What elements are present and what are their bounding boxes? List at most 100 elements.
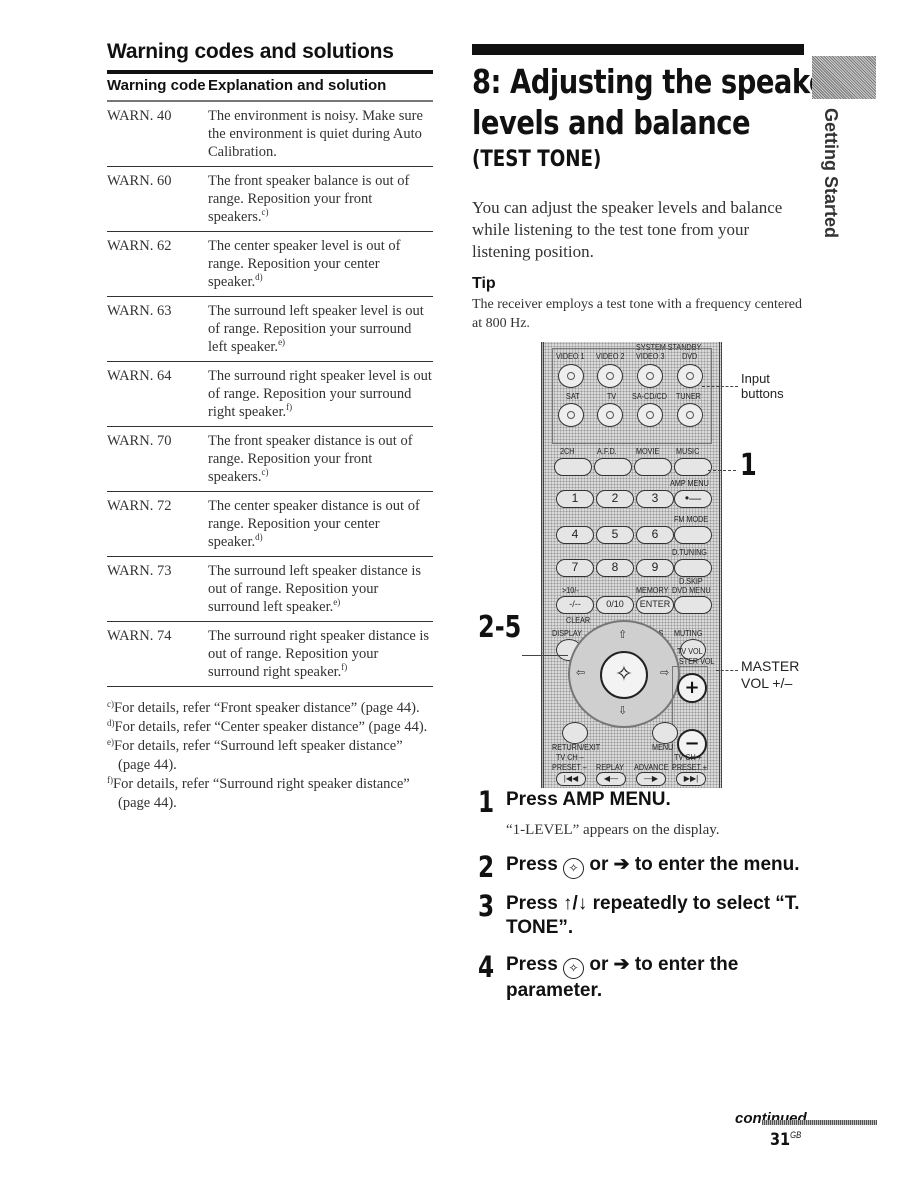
warning-explanation: The surround left speaker distance is ou… <box>208 562 433 616</box>
footnote-ref: c) <box>261 467 269 478</box>
table-row: WARN. 63 The surround left speaker level … <box>107 297 433 362</box>
label-d-tuning: D.TUNING <box>672 547 707 557</box>
title-rule <box>472 44 804 55</box>
footnote: e)For details, refer “Surround left spea… <box>107 737 433 775</box>
2ch-button[interactable] <box>554 458 592 476</box>
explanation-text: The front speaker distance is out of ran… <box>208 433 413 485</box>
label-music: MUSIC <box>676 446 700 456</box>
dvd-button[interactable] <box>677 364 703 388</box>
label-sat: SAT <box>566 391 580 401</box>
remote-control-illustration: SYSTEM STANDBY VIDEO 1 VIDEO 2 VIDEO 3 D… <box>541 342 722 788</box>
replay-button[interactable]: ◀— <box>596 772 626 786</box>
right-arrow-button[interactable]: ⇨ <box>660 666 669 679</box>
music-button[interactable] <box>674 458 712 476</box>
video3-button[interactable] <box>637 364 663 388</box>
step-text: Press ↑/↓ repeatedly to select “T. TONE”… <box>506 893 800 938</box>
table-row: WARN. 70 The front speaker distance is ou… <box>107 427 433 492</box>
movie-button[interactable] <box>634 458 672 476</box>
warning-table-body: WARN. 40 The environment is noisy. Make s… <box>107 102 433 687</box>
label-dvd: DVD <box>682 351 698 361</box>
zero-button[interactable]: 0/10 <box>596 596 634 614</box>
step-1: 1 Press AMP MENU. “1-LEVEL” appears on t… <box>478 785 808 840</box>
tip-text: The receiver employs a test tone with a … <box>472 297 803 331</box>
sacd-button[interactable] <box>637 403 663 427</box>
d-tuning-button[interactable] <box>674 559 712 577</box>
video1-button[interactable] <box>558 364 584 388</box>
dvd-menu-button[interactable] <box>674 596 712 614</box>
explanation-text: The surround right speaker distance is o… <box>208 628 430 680</box>
label-fm-mode: FM MODE <box>674 514 709 524</box>
next-track-button[interactable]: ▶▶| <box>676 772 706 786</box>
label-muting: MUTING <box>674 628 703 638</box>
digit-7-button[interactable]: 7 <box>556 559 594 577</box>
video2-button[interactable] <box>597 364 623 388</box>
step-number: 3 <box>478 889 495 923</box>
digit-2-button[interactable]: 2 <box>596 490 634 508</box>
step-number: 1 <box>478 785 495 819</box>
step-4: 4 Press ✧ or ➔ to enter the parameter. <box>478 950 808 1003</box>
label-advance: ADVANCE <box>634 762 669 772</box>
step-note: “1-LEVEL” appears on the display. <box>506 822 720 838</box>
amp-menu-button[interactable]: •— <box>674 490 712 508</box>
warning-code: WARN. 40 <box>107 108 172 124</box>
step-number: 2 <box>478 850 495 884</box>
step-text-pre: Press <box>506 954 558 975</box>
enter-center-button[interactable]: ✧ <box>600 651 648 699</box>
digit-8-button[interactable]: 8 <box>596 559 634 577</box>
up-arrow-button[interactable]: ⇧ <box>618 628 627 641</box>
footnote: f)For details, refer “Surround right spe… <box>107 775 433 813</box>
advance-button[interactable]: —▶ <box>636 772 666 786</box>
prev-track-button[interactable]: |◀◀ <box>556 772 586 786</box>
label-amp-menu: AMP MENU <box>670 478 709 488</box>
explanation-text: The surround right speaker level is out … <box>208 368 432 420</box>
table-row: WARN. 73 The surround left speaker distan… <box>107 557 433 622</box>
warning-explanation: The surround right speaker distance is o… <box>208 627 433 681</box>
warning-explanation: The surround right speaker level is out … <box>208 367 433 421</box>
label-tv-ch-minus: TV CH – <box>556 752 584 762</box>
label-video3: VIDEO 3 <box>636 351 665 361</box>
fm-mode-button[interactable] <box>674 526 712 544</box>
footnote-ref: e) <box>333 597 341 608</box>
label-2ch: 2CH <box>560 446 575 456</box>
digit-1-button[interactable]: 1 <box>556 490 594 508</box>
label-tv-ch-plus: TV CH + <box>674 752 702 762</box>
gt10-button[interactable]: -/-- <box>556 596 594 614</box>
label-afd: A.F.D. <box>597 446 617 456</box>
step-3: 3 Press ↑/↓ repeatedly to select “T. TON… <box>478 889 808 940</box>
tuner-button[interactable] <box>677 403 703 427</box>
down-arrow-button[interactable]: ⇩ <box>618 704 627 717</box>
page-subtitle: (TEST TONE) <box>472 147 602 172</box>
page-number: 31GB <box>770 1130 801 1150</box>
footnote-ref: e) <box>278 337 286 348</box>
digit-5-button[interactable]: 5 <box>596 526 634 544</box>
label-movie: MOVIE <box>636 446 660 456</box>
digit-9-button[interactable]: 9 <box>636 559 674 577</box>
digit-4-button[interactable]: 4 <box>556 526 594 544</box>
warning-codes-section: Warning codes and solutions Warning code… <box>107 40 433 813</box>
left-arrow-button[interactable]: ⇦ <box>576 666 585 679</box>
warning-code: WARN. 63 <box>107 303 172 319</box>
enter-button-icon: ✧ <box>563 858 585 879</box>
warning-code: WARN. 64 <box>107 368 172 384</box>
label-menu: MENU <box>652 742 674 752</box>
digit-6-button[interactable]: 6 <box>636 526 674 544</box>
volume-up-button[interactable]: + <box>677 673 707 703</box>
afd-button[interactable] <box>594 458 632 476</box>
step-number: 4 <box>478 950 495 984</box>
tv-button[interactable] <box>597 403 623 427</box>
tip-heading: Tip <box>472 275 496 292</box>
digit-3-button[interactable]: 3 <box>636 490 674 508</box>
direction-pad: ⇧ ⇩ ⇦ ⇨ ✧ <box>568 620 680 728</box>
label-tv-vol: TV VOL <box>677 646 703 656</box>
enter-button[interactable]: ENTER <box>636 596 674 614</box>
menu-button[interactable] <box>652 722 678 744</box>
label-sacd: SA-CD/CD <box>632 391 667 401</box>
test-tone-section: 8: Adjusting the speaker levels and bala… <box>472 44 840 333</box>
warning-code: WARN. 74 <box>107 628 172 644</box>
label-dvd-menu: DVD MENU <box>672 585 711 595</box>
return-exit-button[interactable] <box>562 722 588 744</box>
table-header: Warning code Explanation and solution <box>107 70 433 102</box>
warning-code: WARN. 72 <box>107 498 172 514</box>
sat-button[interactable] <box>558 403 584 427</box>
label-display: DISPLAY <box>552 628 582 638</box>
